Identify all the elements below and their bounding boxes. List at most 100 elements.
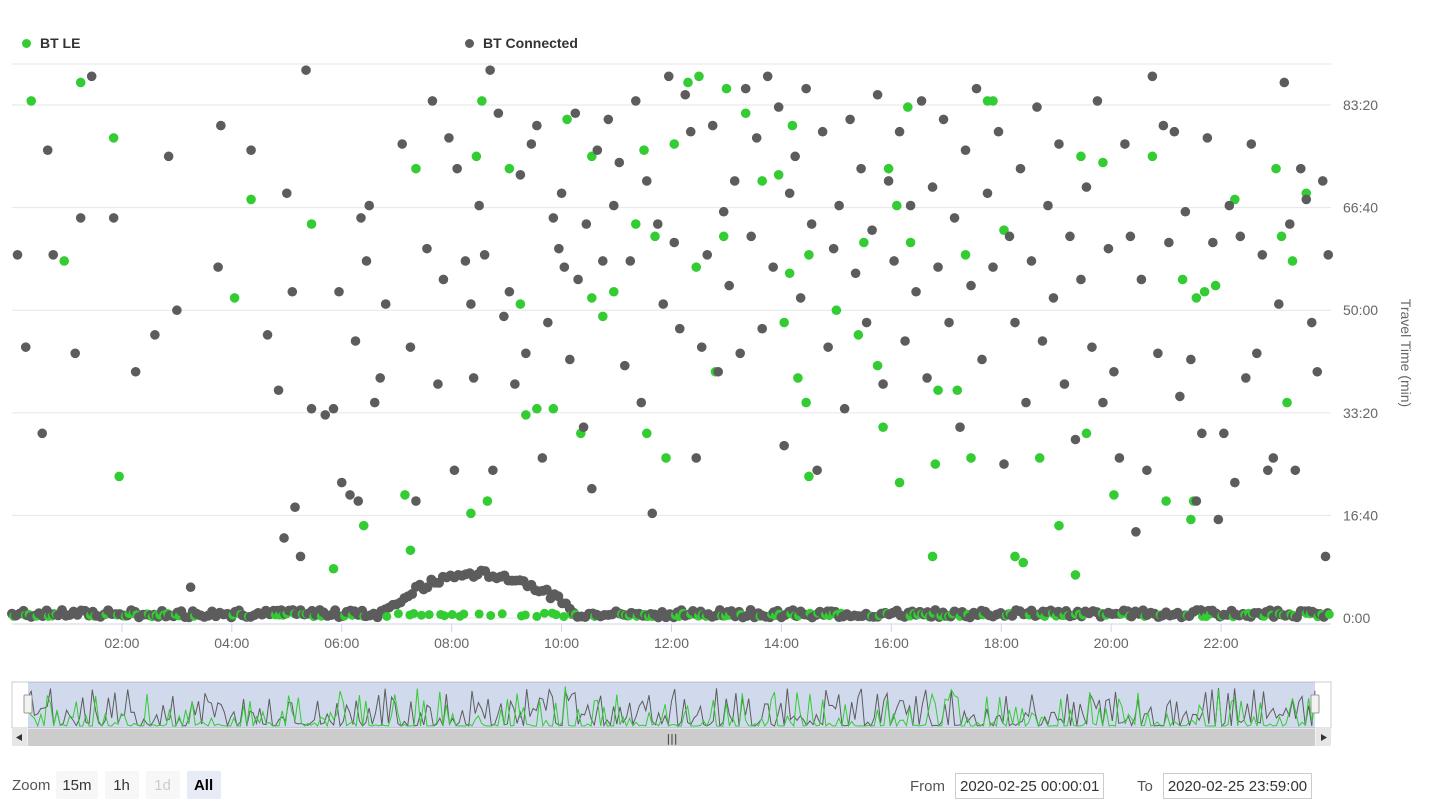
data-point-bt-le (1076, 151, 1086, 162)
data-point-bt-connected (735, 348, 745, 359)
y-tick-label: 16:40 (1343, 507, 1378, 523)
data-point-bt-le (108, 133, 119, 143)
data-point-bt-connected (1169, 126, 1180, 137)
data-point-bt-connected (1065, 231, 1075, 242)
data-point-bt-connected (696, 342, 707, 352)
data-point-bt-connected (1136, 274, 1147, 285)
data-point-bt-connected (130, 366, 141, 377)
data-point-bt-le (477, 96, 487, 106)
data-point-bt-connected (883, 176, 894, 186)
data-point-bt-le (306, 219, 317, 229)
data-point-bt-le (804, 250, 814, 260)
data-point-baseline (424, 610, 434, 620)
data-point-bt-connected (375, 373, 386, 383)
data-point-bt-le (801, 397, 811, 408)
data-point-bt-le (831, 305, 842, 316)
data-point-bt-le (246, 194, 256, 205)
travel-time-chart: BT LE BT Connected 0:00 16:40 33:20 50:00 66… (0, 0, 1439, 806)
data-point-bt-connected (905, 200, 916, 211)
data-point-bt-le (1018, 557, 1029, 568)
data-point-bt-connected (1213, 514, 1224, 525)
data-point-bt-connected (1015, 163, 1026, 174)
data-point-bt-connected (1092, 96, 1103, 106)
data-point-bt-connected (1147, 71, 1158, 82)
from-date-input[interactable]: 2020-02-25 00:00:01 (955, 773, 1105, 799)
data-point-bt-le (1054, 520, 1064, 531)
data-point-bt-connected (37, 428, 48, 439)
data-point-bt-connected (581, 219, 592, 229)
data-point-bt-connected (20, 342, 31, 352)
data-point-bt-le (26, 96, 37, 106)
data-point-bt-connected (614, 157, 625, 168)
data-point-bt-le (905, 237, 916, 248)
data-point-bt-connected (70, 348, 81, 359)
data-point-bt-connected (1109, 366, 1119, 377)
data-point-bt-le (1177, 274, 1188, 285)
zoom-1h-button[interactable]: 1h (104, 771, 139, 799)
data-point-bt-connected (1158, 120, 1169, 131)
data-point-bt-connected (861, 317, 872, 328)
data-point-bt-connected (510, 379, 520, 389)
y-tick-label: 66:40 (1343, 200, 1378, 216)
data-point-bt-le (784, 268, 795, 279)
data-point-bt-connected (537, 453, 548, 463)
data-point-bt-connected (559, 262, 570, 272)
data-point-bt-connected (1317, 176, 1328, 186)
data-point-bt-connected (485, 65, 495, 75)
data-point-bt-connected (213, 262, 223, 272)
data-point-bt-connected (1224, 200, 1235, 211)
data-point-bt-connected (1186, 354, 1196, 365)
data-point-bt-le (930, 459, 941, 469)
data-point-bt-connected (658, 299, 669, 309)
data-point-bt-le (521, 410, 531, 420)
data-point-bt-connected (1081, 182, 1092, 192)
data-point-bt-connected (1235, 231, 1246, 242)
navigator-right-handle[interactable] (1310, 694, 1320, 714)
data-point-bt-le (639, 145, 649, 155)
data-point-baseline (416, 610, 426, 620)
data-point-bt-connected (779, 440, 789, 451)
data-point-bt-connected (364, 200, 375, 211)
x-tick-label: 04:00 (214, 635, 249, 651)
data-point-bt-connected (823, 342, 833, 352)
data-point-bt-connected (977, 354, 987, 365)
data-point-bt-connected (411, 496, 421, 506)
data-point-baseline (532, 611, 542, 621)
scrollbar-grip-icon: ||| (666, 732, 677, 745)
to-date-input[interactable]: 2020-02-25 23:59:00 (1162, 773, 1313, 799)
data-point-bt-connected (966, 280, 976, 291)
data-point-bt-connected (565, 354, 575, 365)
data-point-bt-connected (729, 176, 740, 186)
data-point-bt-connected (573, 274, 583, 285)
navigator-left-handle[interactable] (23, 694, 33, 714)
data-point-bt-connected (474, 200, 484, 211)
data-point-bt-connected (669, 237, 680, 248)
data-point-bt-le (787, 120, 798, 131)
data-point-bt-le (1210, 280, 1221, 291)
data-point-bt-connected (724, 280, 735, 291)
data-point-bt-connected (532, 120, 542, 131)
data-point-bt-connected (1142, 465, 1152, 476)
data-point-bt-connected (1301, 194, 1312, 205)
data-point-bt-connected (971, 83, 982, 94)
data-point-baseline (474, 609, 484, 619)
data-point-bt-le (1199, 286, 1210, 297)
zoom-1d-button[interactable]: 1d (145, 771, 180, 799)
data-point-baseline (440, 611, 450, 621)
data-point-bt-connected (938, 114, 949, 125)
data-point-bt-connected (773, 102, 784, 112)
data-point-bt-connected (369, 397, 380, 408)
x-tick-label: 10:00 (544, 635, 579, 651)
zoom-15m-button[interactable]: 15m (56, 771, 98, 799)
data-point-bt-connected (718, 206, 729, 217)
data-point-bt-connected (1026, 256, 1037, 266)
zoom-all-button[interactable]: All (186, 771, 221, 799)
data-point-bt-connected (262, 330, 273, 340)
data-point-bt-connected (636, 397, 647, 408)
data-point-bt-connected (444, 133, 454, 143)
data-point-bt-connected (713, 366, 724, 377)
x-axis-ticks: 02:00 04:00 06:00 08:00 10:00 12:00 14:00 16:00… (12, 623, 1331, 651)
data-point-bt-connected (150, 330, 160, 340)
data-point-bt-le (482, 496, 493, 506)
data-point-bt-connected (1262, 465, 1273, 476)
